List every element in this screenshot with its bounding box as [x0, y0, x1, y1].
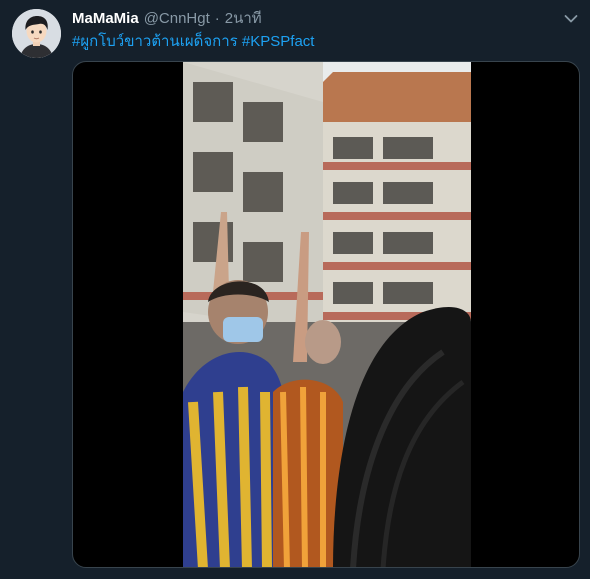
hashtag-selected-text: KPSPfact [250, 33, 315, 50]
hashtag-link[interactable]: #KPSPfact [242, 33, 315, 50]
timestamp[interactable]: 2นาที [225, 10, 262, 28]
separator-dot: · [214, 10, 220, 27]
video-player[interactable] [72, 61, 580, 568]
video-thumbnail [183, 62, 471, 567]
tweet-card[interactable]: MaMaMia @CnnHgt · 2นาที #ผูกโบว์ขาวต้านเ… [0, 0, 590, 579]
tweet-text: #ผูกโบว์ขาวต้านเผด็จการ #KPSPfact [72, 32, 314, 52]
tweet-header: MaMaMia @CnnHgt · 2นาที [72, 10, 262, 28]
more-options-button[interactable] [562, 10, 580, 28]
chevron-down-icon [564, 15, 578, 23]
hashtag-symbol: # [241, 33, 251, 50]
avatar[interactable] [12, 9, 61, 58]
hashtag-link[interactable]: #ผูกโบว์ขาวต้านเผด็จการ [72, 33, 238, 50]
video-frame [183, 62, 471, 567]
cartoon-boy-avatar-icon [12, 9, 61, 58]
display-name[interactable]: MaMaMia [72, 10, 139, 28]
user-handle[interactable]: @CnnHgt [144, 10, 210, 28]
